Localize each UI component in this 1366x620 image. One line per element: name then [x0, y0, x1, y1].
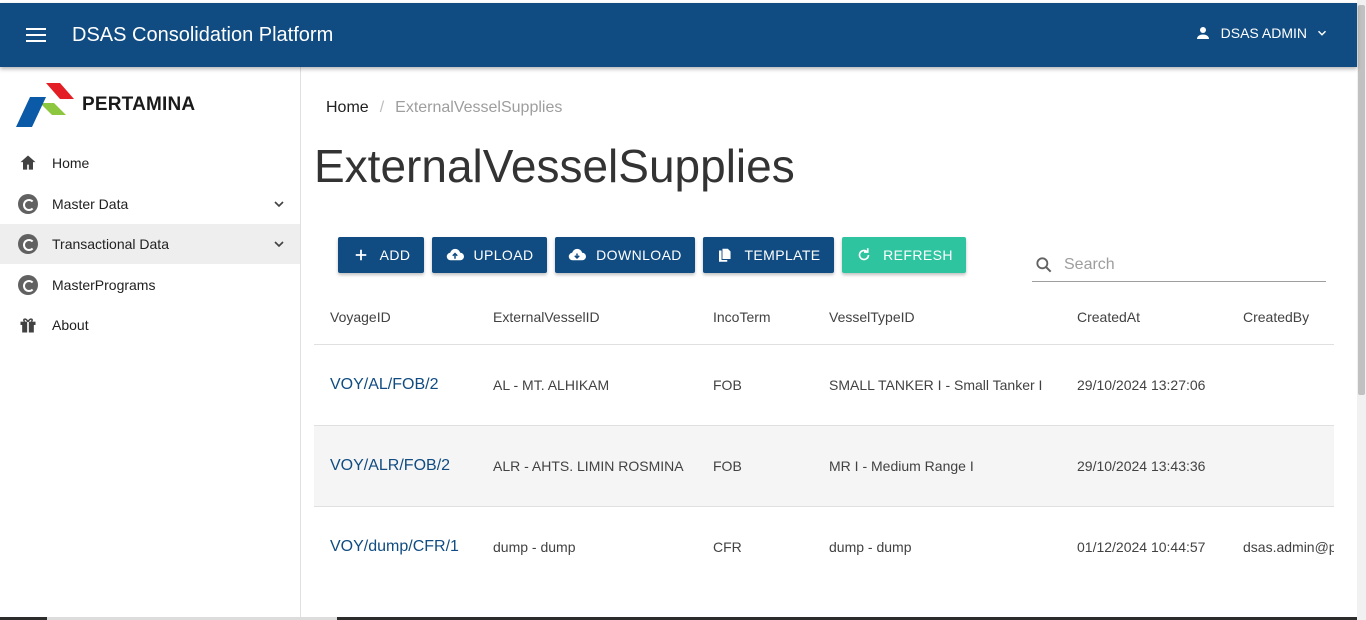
breadcrumb-home-link[interactable]: Home — [326, 99, 369, 117]
cell-external-vessel-id: dump - dump — [493, 539, 576, 555]
sidebar-item-label: Master Data — [52, 196, 129, 212]
sidebar-item-label: Transactional Data — [52, 236, 169, 252]
search-field — [1032, 247, 1326, 282]
add-button[interactable]: ADD — [338, 237, 424, 273]
template-button-label: TEMPLATE — [744, 247, 821, 263]
voyage-id-link[interactable]: VOY/dump/CFR/1 — [330, 538, 459, 556]
main-content: Home / ExternalVesselSupplies ExternalVe… — [301, 67, 1357, 620]
user-name: DSAS ADMIN — [1220, 25, 1307, 41]
cell-incoterm: FOB — [713, 377, 742, 393]
sidebar-item-label: Home — [52, 155, 90, 171]
search-icon — [1036, 257, 1052, 273]
plus-icon — [355, 249, 366, 261]
table-row[interactable]: VOY/dump/CFR/1 dump - dump CFR dump - du… — [314, 507, 1334, 588]
cell-external-vessel-id: ALR - AHTS. LIMIN ROSMINA — [493, 458, 684, 474]
download-button[interactable]: DOWNLOAD — [555, 237, 695, 273]
add-button-label: ADD — [379, 247, 411, 263]
cell-vessel-type-id: dump - dump — [829, 539, 912, 555]
voyage-id-link[interactable]: VOY/ALR/FOB/2 — [330, 457, 450, 475]
voyage-id-link[interactable]: VOY/AL/FOB/2 — [330, 376, 438, 394]
logo-text: PERTAMINA — [82, 94, 196, 115]
column-header-voyageid[interactable]: VoyageID — [330, 309, 391, 325]
sidebar-item-transactional-data[interactable]: Transactional Data — [0, 224, 300, 264]
column-header-vesseltypeid[interactable]: VesselTypeID — [829, 309, 915, 325]
cell-incoterm: CFR — [713, 539, 742, 555]
upload-button-label: UPLOAD — [473, 247, 534, 263]
cell-created-at: 29/10/2024 13:27:06 — [1077, 377, 1206, 393]
breadcrumb-current: ExternalVesselSupplies — [395, 99, 563, 116]
sidebar: PERTAMINA Home Master Data Transactional… — [0, 67, 301, 620]
cell-vessel-type-id: SMALL TANKER I - Small Tanker I — [829, 377, 1043, 393]
cell-created-at: 01/12/2024 10:44:57 — [1077, 539, 1206, 555]
refresh-button[interactable]: REFRESH — [842, 237, 966, 273]
download-button-label: DOWNLOAD — [596, 247, 682, 263]
table-row[interactable]: VOY/ALR/FOB/2 ALR - AHTS. LIMIN ROSMINA … — [314, 426, 1334, 507]
breadcrumb: Home / ExternalVesselSupplies — [326, 99, 562, 117]
sidebar-item-label: MasterPrograms — [52, 277, 156, 293]
sidebar-item-about[interactable]: About — [0, 305, 300, 345]
cell-created-at: 29/10/2024 13:43:36 — [1077, 458, 1206, 474]
pertamina-logo: PERTAMINA — [16, 83, 195, 127]
app-title: DSAS Consolidation Platform — [72, 24, 334, 46]
cloud-upload-icon — [446, 248, 464, 261]
cell-created-by: dsas.admin@p — [1243, 539, 1334, 555]
search-input[interactable] — [1064, 252, 1314, 278]
cell-vessel-type-id: MR I - Medium Range I — [829, 458, 974, 474]
sidebar-item-label: About — [52, 317, 89, 333]
column-header-externalvesselid[interactable]: ExternalVesselID — [493, 309, 600, 325]
column-header-incoterm[interactable]: IncoTerm — [713, 309, 771, 325]
chevron-down-icon — [1317, 30, 1327, 36]
user-menu[interactable]: DSAS ADMIN — [1194, 24, 1329, 42]
data-table: VoyageID ExternalVesselID IncoTerm Vesse… — [314, 289, 1334, 588]
sidebar-item-home[interactable]: Home — [0, 143, 300, 183]
sync-circle-icon — [18, 234, 38, 254]
cell-incoterm: FOB — [713, 458, 742, 474]
column-header-createdby[interactable]: CreatedBy — [1243, 309, 1309, 325]
scrollbar-thumb[interactable] — [1358, 5, 1365, 395]
app-header: DSAS Consolidation Platform DSAS ADMIN — [0, 3, 1357, 67]
upload-button[interactable]: UPLOAD — [432, 237, 547, 273]
gift-icon — [20, 318, 36, 333]
pertamina-logo-mark — [16, 83, 74, 127]
page-title: ExternalVesselSupplies — [314, 140, 795, 192]
breadcrumb-separator: / — [379, 99, 385, 116]
chevron-down-icon — [274, 241, 284, 248]
menu-icon[interactable] — [26, 28, 46, 42]
person-icon — [1196, 27, 1209, 39]
page-scrollbar[interactable] — [1357, 0, 1366, 620]
chevron-down-icon — [274, 201, 284, 208]
home-icon — [20, 155, 36, 170]
template-button[interactable]: TEMPLATE — [703, 237, 834, 273]
sidebar-item-masterprograms[interactable]: MasterPrograms — [0, 265, 300, 305]
sidebar-item-master-data[interactable]: Master Data — [0, 184, 300, 224]
sync-circle-icon — [18, 275, 38, 295]
sync-circle-icon — [18, 194, 38, 214]
table-header-row: VoyageID ExternalVesselID IncoTerm Vesse… — [314, 289, 1334, 345]
cloud-download-icon — [568, 248, 587, 261]
file-copy-icon — [719, 247, 732, 262]
refresh-icon — [858, 248, 870, 261]
cell-external-vessel-id: AL - MT. ALHIKAM — [493, 377, 610, 393]
column-header-createdat[interactable]: CreatedAt — [1077, 309, 1140, 325]
refresh-button-label: REFRESH — [883, 247, 953, 263]
table-row[interactable]: VOY/AL/FOB/2 AL - MT. ALHIKAM FOB SMALL … — [314, 345, 1334, 426]
